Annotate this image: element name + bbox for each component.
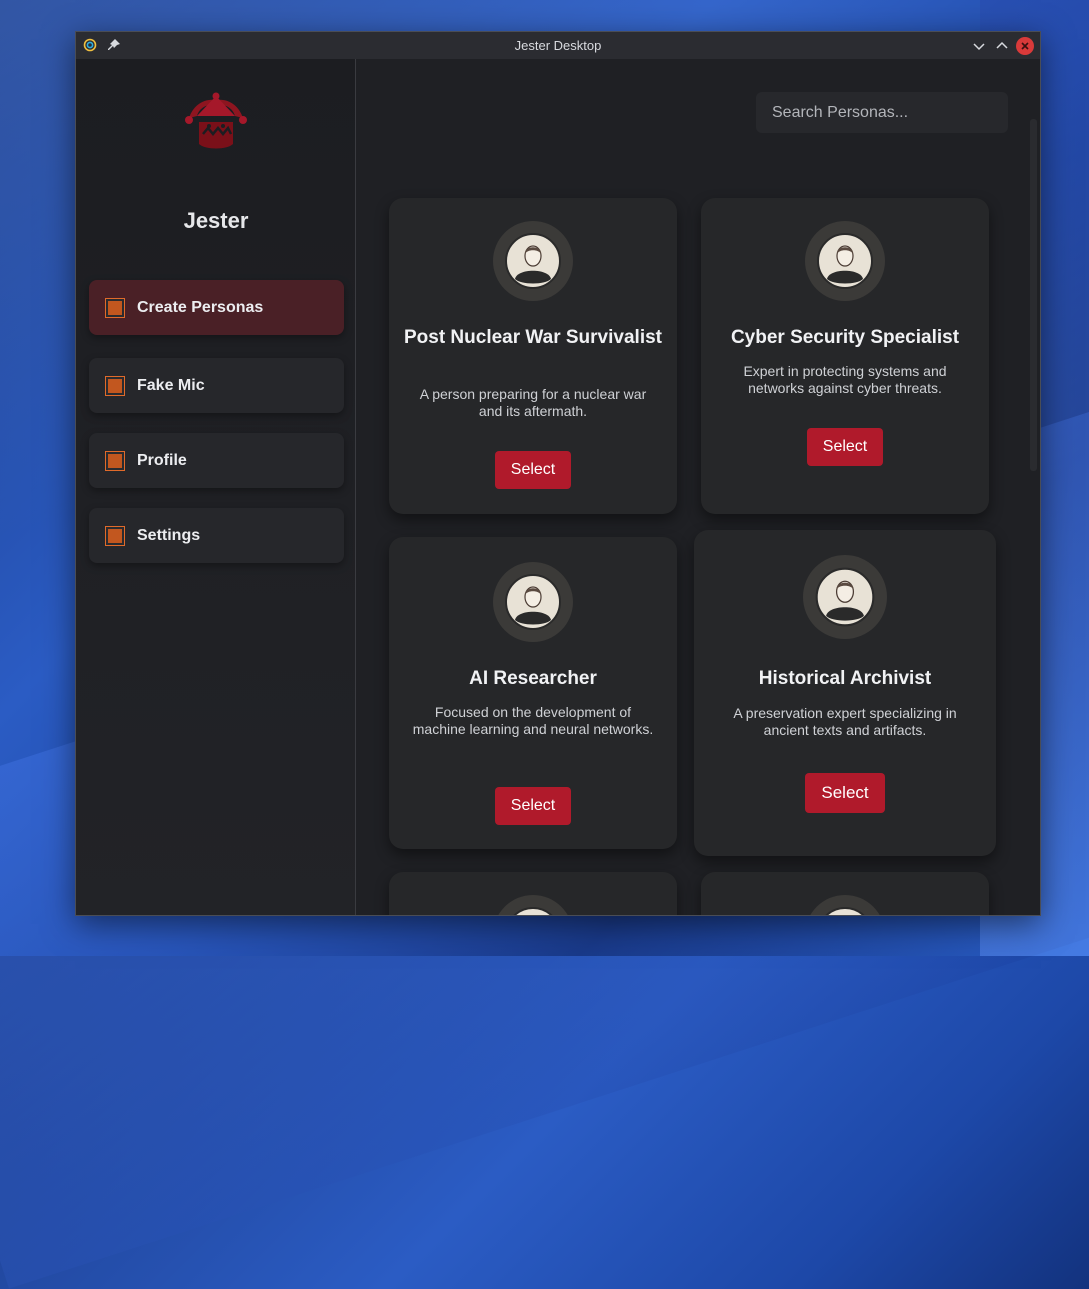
minimize-button[interactable] [970,37,988,55]
nav-item-create-personas[interactable]: Create Personas [89,280,344,335]
nav-item-settings[interactable]: Settings [89,508,344,563]
persona-avatar-icon [493,221,573,301]
persona-card: Post Nuclear War Survivalist A person pr… [389,198,677,514]
chevron-up-icon [996,41,1008,49]
nav-item-label: Profile [137,451,187,469]
persona-description: Expert in protecting systems and network… [743,363,947,396]
persona-title: AI Researcher [469,668,597,689]
sidebar: Jester Create Personas Fake Mic Profile … [76,59,356,915]
persona-title: Post Nuclear War Survivalist [403,327,662,348]
close-icon [1016,37,1034,55]
nav-item-profile[interactable]: Profile [89,433,344,488]
persona-avatar-icon [803,555,887,639]
nav-checkbox-icon [105,375,125,396]
nav-item-label: Create Personas [137,298,264,316]
jester-logo-icon [185,92,247,149]
persona-description: A person preparing for a nuclear war and… [419,386,647,419]
select-button[interactable]: Select [805,773,885,813]
nav-item-label: Fake Mic [137,376,205,394]
persona-card: Cyber Security Specialist Expert in prot… [701,198,989,514]
maximize-button[interactable] [993,37,1011,55]
scrollbar[interactable] [1030,119,1037,471]
persona-card: Historical Archivist A preservation expe… [694,530,996,856]
select-button[interactable]: Select [495,787,571,825]
nav-checkbox-icon [105,450,125,471]
persona-title: Cyber Security Specialist [730,327,960,348]
persona-card: AI Researcher Focused on the development… [389,537,677,849]
main-content: Post Nuclear War Survivalist A person pr… [356,59,1040,915]
select-button[interactable]: Select [495,451,571,489]
persona-avatar-icon [810,895,880,915]
persona-avatar-icon [805,221,885,301]
search-input[interactable] [756,92,1008,133]
persona-card [389,872,677,915]
chevron-down-icon [973,43,985,51]
persona-description: Focused on the development of machine le… [412,704,654,737]
app-window: Jester Desktop Jester Create Personas Fa… [75,31,1041,916]
title-bar[interactable]: Jester Desktop [76,32,1040,60]
nav-checkbox-icon [105,297,125,318]
close-button[interactable] [1016,37,1034,55]
persona-avatar-icon [493,562,573,642]
persona-title: Historical Archivist [758,668,932,689]
window-title: Jester Desktop [514,38,602,53]
nav-checkbox-icon [105,525,125,546]
select-button[interactable]: Select [807,428,883,466]
persona-description: A preservation expert specializing in an… [733,705,957,738]
brand-name: Jester [183,208,249,233]
nav-item-label: Settings [137,526,201,544]
nav-item-fake-mic[interactable]: Fake Mic [89,358,344,413]
persona-avatar-icon [498,895,568,915]
persona-card [701,872,989,915]
